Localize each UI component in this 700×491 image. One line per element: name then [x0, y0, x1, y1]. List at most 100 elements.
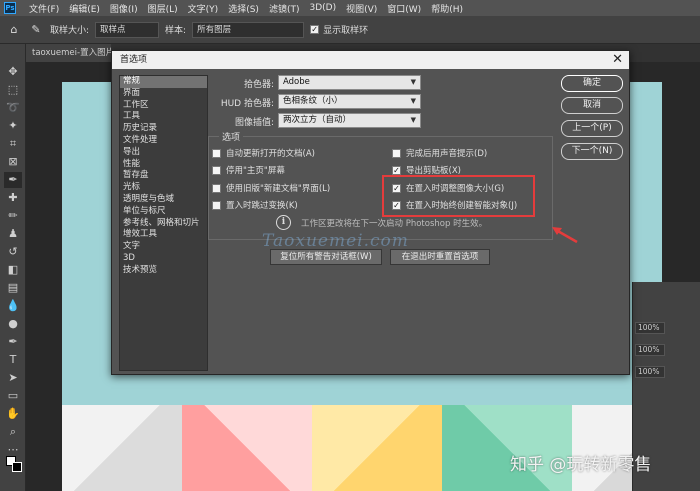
move-tool-icon[interactable]: ✥	[4, 64, 22, 80]
eyedropper-icon[interactable]: ✒	[4, 172, 22, 188]
type-tool-icon[interactable]: T	[4, 352, 22, 368]
next-button[interactable]: 下一个(N)	[561, 143, 623, 160]
image-tile	[442, 405, 572, 491]
dodge-tool-icon[interactable]: ●	[4, 316, 22, 332]
chevron-down-icon: ▼	[410, 116, 416, 124]
image-tile	[312, 405, 442, 491]
nav-item-plugins[interactable]: 增效工具	[120, 229, 207, 241]
options-bar: ⌂ ✎ 取样大小: 取样点 样本: 所有图层 ✓ 显示取样环	[0, 16, 700, 44]
document-tab[interactable]: taoxuemei-置入图片	[26, 44, 111, 62]
menu-3d[interactable]: 3D(D)	[304, 3, 341, 13]
clone-stamp-icon[interactable]: ♟	[4, 226, 22, 242]
legacy-new-doc-checkbox[interactable]: 使用旧版"新建文档"界面(L)	[212, 182, 330, 194]
sample-select[interactable]: 所有图层	[192, 21, 305, 38]
marquee-tool-icon[interactable]: ⬚	[4, 82, 22, 98]
image-tile	[182, 405, 312, 491]
menu-window[interactable]: 窗口(W)	[382, 2, 426, 15]
hud-picker-value: 色相条纹（小）	[283, 96, 343, 106]
nav-item-units-rulers[interactable]: 单位与标尺	[120, 206, 207, 218]
nav-item-transparency[interactable]: 透明度与色域	[120, 194, 207, 206]
close-icon[interactable]: ✕	[612, 51, 623, 69]
menu-help[interactable]: 帮助(H)	[426, 2, 468, 15]
nav-item-workspace[interactable]: 工作区	[120, 100, 207, 112]
workspace-hint: i 工作区更改将在下一次启动 Photoshop 时生效。	[276, 215, 487, 230]
frame-tool-icon[interactable]: ⊠	[4, 154, 22, 170]
brush-tool-icon[interactable]: ✏	[4, 208, 22, 224]
blur-tool-icon[interactable]: 💧	[4, 298, 22, 314]
nav-item-3d[interactable]: 3D	[120, 253, 207, 265]
menu-edit[interactable]: 编辑(E)	[64, 2, 105, 15]
checkbox-box	[212, 165, 221, 175]
options-group-title: 选项	[219, 130, 244, 143]
shape-tool-icon[interactable]: ▭	[4, 388, 22, 404]
watermark: Taoxuemei.com	[262, 231, 409, 251]
fill-field[interactable]: 100%	[635, 344, 665, 356]
nav-item-file-handling[interactable]: 文件处理	[120, 135, 207, 147]
healing-brush-icon[interactable]: ✚	[4, 190, 22, 206]
home-icon[interactable]: ⌂	[6, 22, 22, 38]
ok-button[interactable]: 确定	[561, 75, 623, 92]
beep-when-done-checkbox[interactable]: 完成后用声音提示(D)	[392, 147, 487, 159]
smart-object-on-place-checkbox[interactable]: ✓ 在置入时始终创建智能对象(J)	[392, 199, 517, 211]
eraser-tool-icon[interactable]: ◧	[4, 262, 22, 278]
disable-home-screen-checkbox[interactable]: 停用"主页"屏幕	[212, 164, 285, 176]
cancel-button[interactable]: 取消	[561, 97, 623, 114]
gradient-tool-icon[interactable]: ▤	[4, 280, 22, 296]
auto-update-docs-checkbox[interactable]: 自动更新打开的文档(A)	[212, 147, 315, 159]
checkbox-label: 置入时跳过变换(K)	[226, 201, 298, 211]
crop-tool-icon[interactable]: ⌗	[4, 136, 22, 152]
menu-file[interactable]: 文件(F)	[24, 2, 64, 15]
menu-image[interactable]: 图像(I)	[105, 2, 143, 15]
color-picker-select[interactable]: Adobe ▼	[278, 75, 421, 90]
tools-panel: ✥ ⬚ ➰ ✦ ⌗ ⊠ ✒ ✚ ✏ ♟ ↺ ◧ ▤ 💧 ● ✒ T ➤ ▭ ✋ …	[0, 44, 26, 491]
opacity-field-secondary[interactable]: 100%	[635, 366, 665, 378]
nav-item-performance[interactable]: 性能	[120, 159, 207, 171]
checkbox-box	[212, 183, 221, 193]
menu-layer[interactable]: 图层(L)	[143, 2, 183, 15]
export-clipboard-checkbox[interactable]: ✓ 导出剪贴板(X)	[392, 164, 461, 176]
reset-on-exit-button[interactable]: 在退出时重置首选项	[390, 249, 490, 265]
menu-select[interactable]: 选择(S)	[223, 2, 264, 15]
nav-item-guides-grid[interactable]: 参考线、网格和切片	[120, 218, 207, 230]
history-brush-icon[interactable]: ↺	[4, 244, 22, 260]
pointer-arrow-icon	[552, 227, 578, 244]
nav-item-tools[interactable]: 工具	[120, 111, 207, 123]
interpolation-label: 图像插值:	[234, 118, 274, 128]
interpolation-select[interactable]: 两次立方（自动） ▼	[278, 113, 421, 128]
nav-item-history[interactable]: 历史记录	[120, 123, 207, 135]
hand-tool-icon[interactable]: ✋	[4, 406, 22, 422]
chevron-down-icon: ▼	[410, 97, 416, 105]
eyedropper-tool-icon[interactable]: ✎	[28, 22, 44, 38]
resize-on-place-checkbox[interactable]: ✓ 在置入时调整图像大小(G)	[392, 182, 504, 194]
hud-picker-select[interactable]: 色相条纹（小） ▼	[278, 94, 421, 109]
lasso-tool-icon[interactable]: ➰	[4, 100, 22, 116]
menu-view[interactable]: 视图(V)	[341, 2, 382, 15]
nav-item-tech-preview[interactable]: 技术预览	[120, 265, 207, 277]
nav-item-export[interactable]: 导出	[120, 147, 207, 159]
nav-item-interface[interactable]: 界面	[120, 88, 207, 100]
background-color-swatch[interactable]	[12, 462, 22, 472]
reset-warnings-button[interactable]: 复位所有警告对话框(W)	[270, 249, 382, 265]
nav-item-general[interactable]: 常规	[120, 76, 207, 88]
nav-item-cursors[interactable]: 光标	[120, 182, 207, 194]
checkbox-box	[212, 148, 221, 158]
sample-size-select[interactable]: 取样点	[95, 21, 160, 38]
skip-transform-checkbox[interactable]: 置入时跳过变换(K)	[212, 199, 298, 211]
opacity-field[interactable]: 100%	[635, 322, 665, 334]
preferences-nav: 常规 界面 工作区 工具 历史记录 文件处理 导出 性能 暂存盘 光标 透明度与…	[119, 75, 208, 371]
quick-select-tool-icon[interactable]: ✦	[4, 118, 22, 134]
checkbox-label: 导出剪贴板(X)	[406, 166, 461, 176]
menu-filter[interactable]: 滤镜(T)	[264, 2, 305, 15]
sample-label: 样本:	[165, 26, 187, 36]
show-sampling-ring-checkbox[interactable]: ✓ 显示取样环	[310, 23, 368, 36]
chevron-down-icon: ▼	[410, 78, 416, 86]
menu-type[interactable]: 文字(Y)	[183, 2, 224, 15]
sample-size-label: 取样大小:	[50, 26, 90, 36]
path-select-icon[interactable]: ➤	[4, 370, 22, 386]
previous-button[interactable]: 上一个(P)	[561, 120, 623, 137]
preferences-dialog: 首选项 ✕ 常规 界面 工作区 工具 历史记录 文件处理 导出 性能 暂存盘 光…	[111, 50, 630, 375]
pen-tool-icon[interactable]: ✒	[4, 334, 22, 350]
zoom-tool-icon[interactable]: ⌕	[4, 424, 22, 440]
nav-item-type[interactable]: 文字	[120, 241, 207, 253]
nav-item-scratch-disks[interactable]: 暂存盘	[120, 170, 207, 182]
